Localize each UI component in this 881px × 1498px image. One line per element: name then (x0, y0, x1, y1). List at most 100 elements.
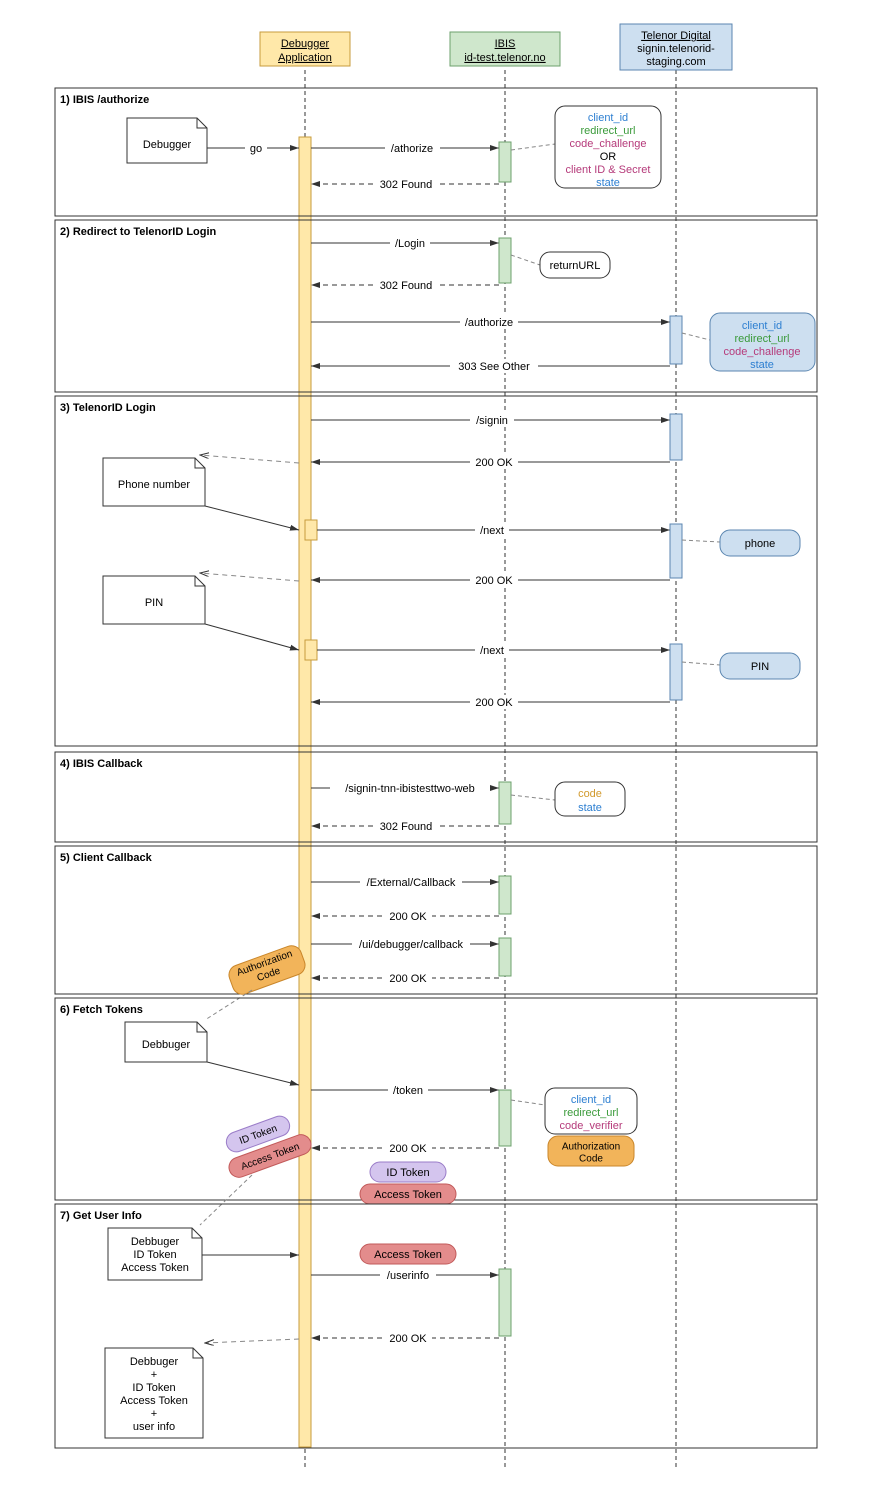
svg-text:200 OK: 200 OK (475, 697, 513, 709)
svg-text:redirect_url: redirect_url (580, 125, 635, 137)
p-ibis-t1: IBIS (495, 38, 516, 50)
svg-text:/External/Callback: /External/Callback (367, 877, 456, 889)
svg-text:200 OK: 200 OK (475, 575, 513, 587)
svg-text:Authorization: Authorization (562, 1142, 620, 1153)
badge-accesstoken-7: Access Token (360, 1244, 456, 1264)
sequence-diagram: Debugger Application IBIS id-test.teleno… (0, 0, 881, 1498)
note-debbuger: Debbuger (125, 1022, 207, 1062)
svg-text:/next: /next (480, 525, 504, 537)
svg-text:/ui/debugger/callback: /ui/debugger/callback (359, 939, 463, 951)
svg-text:+: + (151, 1408, 157, 1420)
section-3-frame: 3) TelenorID Login (55, 396, 817, 746)
p-debugger-t2: Application (278, 52, 332, 64)
lifeline-activation-debugger (299, 137, 311, 1447)
badge-idtoken-center: ID Token (370, 1162, 446, 1182)
svg-text:ID Token: ID Token (133, 1249, 176, 1261)
participant-telenor: Telenor Digital signin.telenorid- stagin… (620, 24, 732, 70)
note-debbuger-7b: Debbuger + ID Token Access Token + user … (105, 1348, 203, 1438)
svg-text:302 Found: 302 Found (380, 280, 433, 292)
svg-text:state: state (596, 177, 620, 189)
svg-text:returnURL: returnURL (550, 260, 601, 272)
badge-accesstoken-center: Access Token (360, 1184, 456, 1204)
svg-text:Debbuger: Debbuger (131, 1236, 180, 1248)
section-3-title: 3) TelenorID Login (60, 402, 156, 414)
svg-text:Access Token: Access Token (120, 1395, 188, 1407)
svg-text:ID Token: ID Token (132, 1382, 175, 1394)
section-1-title: 1) IBIS /authorize (60, 94, 149, 106)
params-authorize2: client_id redirect_url code_challenge st… (682, 313, 815, 371)
activation-ibis-2 (499, 238, 511, 283)
activation-ibis-5a (499, 876, 511, 914)
svg-text:client_id: client_id (571, 1094, 611, 1106)
svg-text:code_verifier: code_verifier (560, 1120, 623, 1132)
svg-text:Phone number: Phone number (118, 479, 190, 491)
svg-text:Access Token: Access Token (374, 1189, 442, 1201)
svg-text:/signin: /signin (476, 415, 508, 427)
svg-text:code_challenge: code_challenge (723, 346, 800, 358)
svg-text:+: + (151, 1369, 157, 1381)
svg-text:/Login: /Login (395, 238, 425, 250)
params-returnurl: returnURL (511, 252, 610, 278)
params-phone: phone (682, 530, 800, 556)
svg-text:state: state (750, 359, 774, 371)
activation-ibis-5b (499, 938, 511, 976)
participant-ibis: IBIS id-test.telenor.no (450, 32, 560, 66)
msg-authorize-label: /athorize (391, 143, 433, 155)
svg-text:Access Token: Access Token (121, 1262, 189, 1274)
params-authorize: client_id redirect_url code_challenge OR… (511, 106, 661, 189)
msg-302-1-label: 302 Found (380, 179, 433, 191)
p-debugger-t1: Debugger (281, 38, 330, 50)
svg-text:/next: /next (480, 645, 504, 657)
note-pin: PIN (103, 576, 205, 624)
svg-text:/authorize: /authorize (465, 317, 513, 329)
note-phone: Phone number (103, 458, 205, 506)
msg-go-label: go (250, 143, 262, 155)
activation-telenor-3 (670, 524, 682, 578)
svg-text:user info: user info (133, 1421, 175, 1433)
section-5-frame: 5) Client Callback (55, 846, 817, 994)
svg-text:OR: OR (600, 151, 617, 163)
section-4-title: 4) IBIS Callback (60, 758, 143, 770)
section-6-title: 6) Fetch Tokens (60, 1004, 143, 1016)
params-cb: code state (511, 782, 625, 816)
activation-ibis-4 (499, 782, 511, 824)
svg-text:phone: phone (745, 538, 776, 550)
activation-telenor-2 (670, 414, 682, 460)
svg-text:200 OK: 200 OK (389, 973, 427, 985)
badge-authcode: Authorization Code (226, 943, 308, 997)
section-5-title: 5) Client Callback (60, 852, 153, 864)
svg-text:Access Token: Access Token (374, 1249, 442, 1261)
svg-text:client ID & Secret: client ID & Secret (566, 164, 651, 176)
svg-text:Code: Code (579, 1154, 603, 1165)
svg-text:client_id: client_id (588, 112, 628, 124)
svg-text:/userinfo: /userinfo (387, 1270, 429, 1282)
activation-telenor-1 (670, 316, 682, 364)
svg-text:Debugger: Debugger (143, 139, 192, 151)
activation-ibis-7 (499, 1269, 511, 1336)
svg-text:code_challenge: code_challenge (569, 138, 646, 150)
activation-ibis-6 (499, 1090, 511, 1146)
p-telenor-t1: Telenor Digital (641, 30, 711, 42)
svg-text:200 OK: 200 OK (389, 1333, 427, 1345)
participant-debugger: Debugger Application (260, 32, 350, 66)
svg-text:ID Token: ID Token (386, 1167, 429, 1179)
svg-text:/token: /token (393, 1085, 423, 1097)
svg-text:redirect_url: redirect_url (734, 333, 789, 345)
svg-text:200 OK: 200 OK (389, 911, 427, 923)
svg-text:client_id: client_id (742, 320, 782, 332)
svg-text:302 Found: 302 Found (380, 821, 433, 833)
params-pin: PIN (682, 653, 800, 679)
activation-ibis-1 (499, 142, 511, 182)
svg-text:state: state (578, 802, 602, 814)
section-2-title: 2) Redirect to TelenorID Login (60, 226, 217, 238)
note-debbuger-7a: Debbuger ID Token Access Token (108, 1228, 202, 1280)
p-telenor-t3: staging.com (646, 56, 705, 68)
badge-authcode2: Authorization Code (548, 1136, 634, 1166)
svg-text:PIN: PIN (751, 661, 769, 673)
svg-text:code: code (578, 788, 602, 800)
p-ibis-t2: id-test.telenor.no (464, 52, 545, 64)
svg-text:redirect_url: redirect_url (563, 1107, 618, 1119)
params-token: client_id redirect_url code_verifier (511, 1088, 637, 1134)
svg-text:200 OK: 200 OK (389, 1143, 427, 1155)
svg-text:303 See Other: 303 See Other (458, 361, 530, 373)
